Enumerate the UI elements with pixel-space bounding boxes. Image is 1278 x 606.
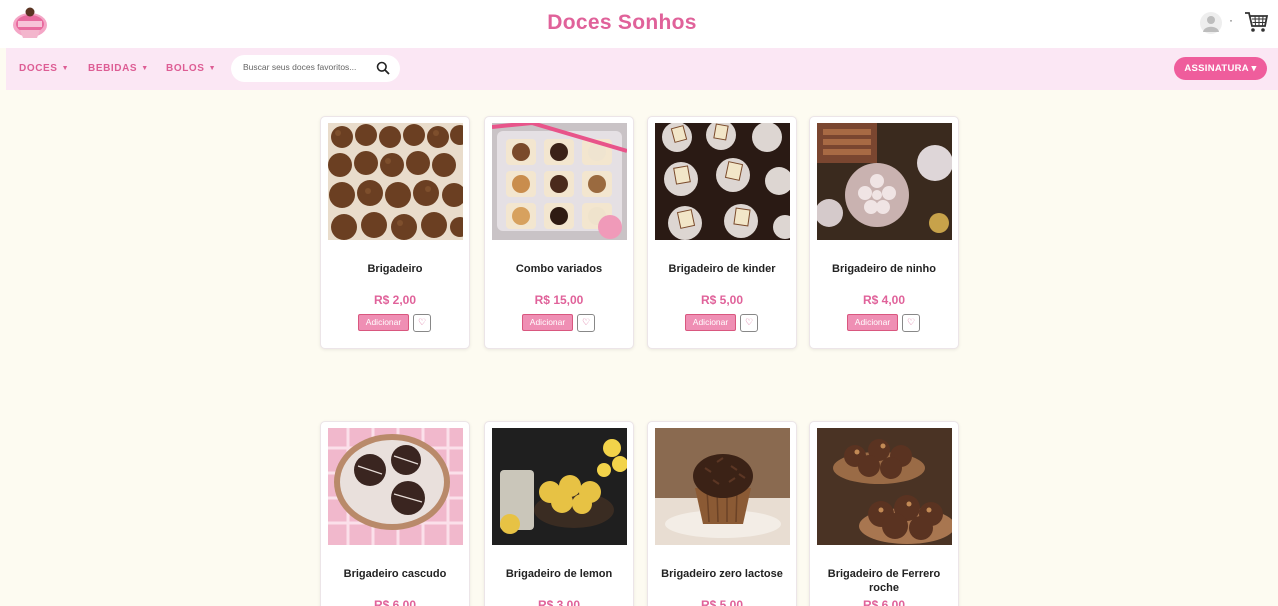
product-price: R$ 6,00 [862,598,906,606]
product-name: Brigadeiro zero lactose [661,568,783,580]
product-card[interactable]: Brigadeiro de kinder R$ 5,00 Adicionar ♡ [647,116,797,349]
heart-icon[interactable]: ♡ [577,314,595,332]
add-to-cart-button[interactable]: Adicionar [358,314,409,331]
search-input[interactable] [243,62,371,72]
add-to-cart-button[interactable]: Adicionar [847,314,898,331]
product-image[interactable] [328,428,463,545]
product-name: Brigadeiro de Ferrero roche [827,568,941,594]
product-image[interactable] [655,428,790,545]
product-price: R$ 3,00 [537,598,581,606]
add-to-cart-button[interactable]: Adicionar [522,314,573,331]
product-price: R$ 2,00 [373,293,417,307]
product-image[interactable] [817,123,952,240]
caret-down-icon: ▼ [61,65,70,72]
nav-bar: DOCES▼ BEBIDAS▼ BOLOS▼ ASSINATURA ▾ [6,48,1278,90]
product-name: Brigadeiro de kinder [668,263,776,275]
heart-icon[interactable]: ♡ [740,314,758,332]
nav-item-label: BEBIDAS [88,63,138,74]
header-separator: · [1229,13,1233,27]
product-card[interactable]: Brigadeiro de ninho R$ 4,00 Adicionar ♡ [809,116,959,349]
product-name: Brigadeiro de ninho [832,263,936,275]
product-name: Brigadeiro de lemon [505,568,613,580]
heart-icon[interactable]: ♡ [413,314,431,332]
product-card[interactable]: Brigadeiro R$ 2,00 Adicionar ♡ [320,116,470,349]
product-price: R$ 15,00 [534,293,584,307]
caret-down-icon: ▼ [208,65,217,72]
heart-icon[interactable]: ♡ [902,314,920,332]
search-box [231,55,400,82]
product-image[interactable] [492,123,627,240]
nav-item-label: DOCES [19,63,58,74]
product-price: R$ 6,00 [373,598,417,606]
search-icon[interactable] [376,61,390,75]
user-avatar-icon[interactable] [1200,12,1222,34]
product-image[interactable] [817,428,952,545]
product-price: R$ 5,00 [700,598,744,606]
top-bar: Doces Sonhos · [0,0,1278,48]
add-to-cart-button[interactable]: Adicionar [685,314,736,331]
product-price: R$ 5,00 [700,293,744,307]
nav-item-bolos[interactable]: BOLOS ▼ [166,63,216,74]
product-card[interactable]: Brigadeiro de Ferrero roche R$ 6,00 [809,421,959,606]
caret-down-icon: ▼ [141,65,149,72]
product-card[interactable]: Combo variados R$ 15,00 Adicionar ♡ [484,116,634,349]
product-price: R$ 4,00 [862,293,906,307]
product-image[interactable] [328,123,463,240]
product-card[interactable]: Brigadeiro de lemon R$ 3,00 [484,421,634,606]
nav-item-doces[interactable]: DOCES ▼ [19,63,69,74]
product-name: Combo variados [515,263,603,275]
product-image[interactable] [655,123,790,240]
brand-title[interactable]: Doces Sonhos [0,11,1244,35]
product-image[interactable] [492,428,627,545]
nav-item-bebidas[interactable]: BEBIDAS ▼ [88,63,149,74]
nav-item-label: BOLOS [166,63,205,74]
subscription-button[interactable]: ASSINATURA ▾ [1174,57,1267,80]
product-card[interactable]: Brigadeiro zero lactose R$ 5,00 [647,421,797,606]
product-name: Brigadeiro cascudo [343,568,447,580]
product-card[interactable]: Brigadeiro cascudo R$ 6,00 [320,421,470,606]
shopping-cart-icon[interactable] [1243,10,1269,34]
product-name: Brigadeiro [367,263,423,275]
